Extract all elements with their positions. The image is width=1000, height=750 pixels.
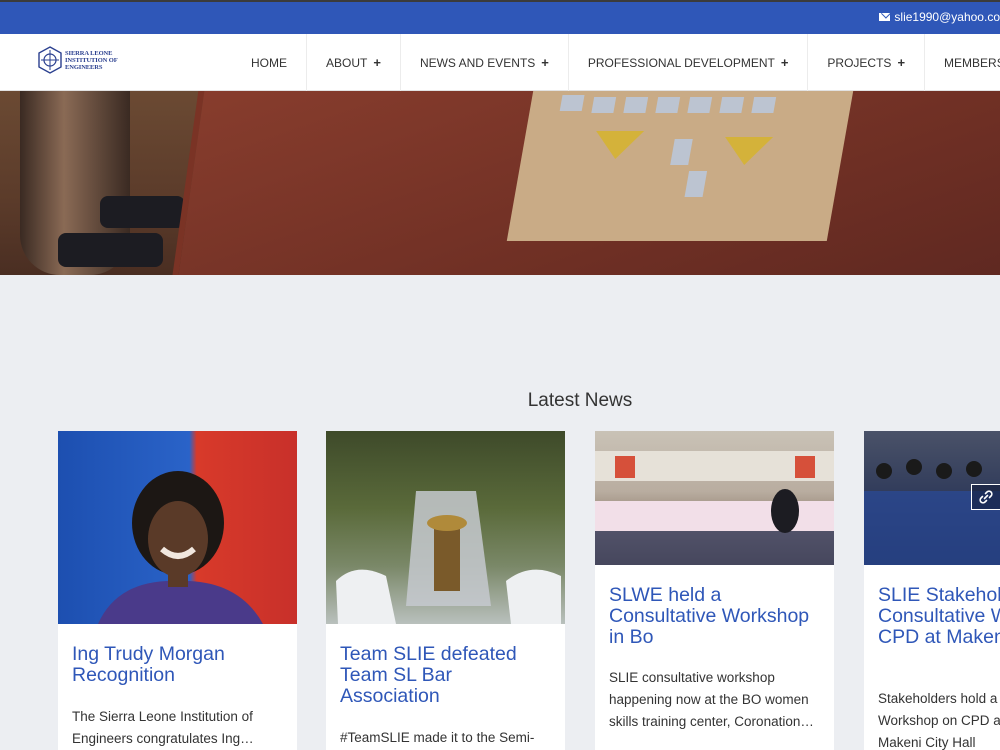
nav-home[interactable]: HOME xyxy=(232,34,307,91)
news-card[interactable]: Team SLIE defeated Team SL Bar Associati… xyxy=(326,431,565,750)
nav-about-label: ABOUT xyxy=(326,55,368,70)
brand-line-3: ENGINEERS xyxy=(65,63,103,71)
news-card-title[interactable]: SLWE held a Consultative Workshop in Bo xyxy=(609,585,820,648)
site-header: SIERRA LEONE INSTITUTION OF ENGINEERS HO… xyxy=(0,34,1000,91)
nav-members-area[interactable]: MEMBERS AREA xyxy=(925,34,1000,91)
news-card-excerpt: #TeamSLIE made it to the Semi- xyxy=(340,730,535,745)
workshop-photo xyxy=(595,451,834,565)
nav-members-label: MEMBERS AREA xyxy=(944,55,1000,70)
email-text: slie1990@yahoo.co xyxy=(894,10,1000,24)
site-logo[interactable]: SIERRA LEONE INSTITUTION OF ENGINEERS xyxy=(38,46,118,74)
nav-projects[interactable]: PROJECTS + xyxy=(808,34,926,91)
news-card-image[interactable] xyxy=(595,431,834,565)
link-icon[interactable] xyxy=(971,484,1000,510)
main-nav: HOME ABOUT + NEWS AND EVENTS + PROFESSIONA… xyxy=(232,34,1000,91)
news-card-image[interactable] xyxy=(326,431,565,624)
trophy-photo xyxy=(336,491,561,624)
hero-shoe xyxy=(100,196,185,228)
plus-icon: + xyxy=(897,55,906,70)
news-card-title[interactable]: Team SLIE defeated Team SL Bar Associati… xyxy=(340,644,551,707)
nav-projects-label: PROJECTS xyxy=(827,55,892,70)
plus-icon: + xyxy=(541,55,549,70)
latest-news-heading: Latest News xyxy=(527,390,633,411)
news-card-title[interactable]: SLIE Stakeholders held a Consultative Wo… xyxy=(878,585,1000,648)
nav-news-and-events[interactable]: NEWS AND EVENTS + xyxy=(401,34,569,91)
hero-image xyxy=(0,91,1000,275)
plus-icon: + xyxy=(780,55,789,70)
portrait-photo xyxy=(98,471,263,624)
brand-line-2: INSTITUTION OF xyxy=(65,56,118,64)
nav-pd-label: PROFESSIONAL DEVELOPMENT xyxy=(587,55,775,70)
institution-emblem-icon xyxy=(38,46,62,74)
news-card-excerpt: The Sierra Leone Institution of Engineer… xyxy=(72,709,254,746)
news-card-image[interactable] xyxy=(864,431,1000,565)
chain-link-icon xyxy=(979,490,993,504)
news-card[interactable]: SLIE Stakeholders held a Consultative Wo… xyxy=(864,431,1000,750)
news-card-excerpt: Stakeholders hold a Workshop on CPD at M… xyxy=(878,691,1000,750)
nav-news-label: NEWS AND EVENTS xyxy=(419,55,536,70)
envelope-icon xyxy=(879,13,891,21)
news-card-title[interactable]: Ing Trudy Morgan Recognition xyxy=(72,644,283,686)
news-card-image[interactable] xyxy=(58,431,297,624)
brand-line-1: SIERRA LEONE xyxy=(65,49,113,57)
nav-about[interactable]: ABOUT + xyxy=(307,34,401,91)
news-card[interactable]: SLWE held a Consultative Workshop in Bo … xyxy=(595,431,834,750)
news-card[interactable]: Ing Trudy Morgan Recognition The Sierra … xyxy=(58,431,297,750)
news-card-excerpt: SLIE consultative workshop happening now… xyxy=(609,670,814,729)
top-bar: slie1990@yahoo.co xyxy=(0,0,1000,34)
email-link[interactable]: slie1990@yahoo.co xyxy=(879,10,1000,24)
hero-shoe xyxy=(58,233,163,267)
brand-name: SIERRA LEONE INSTITUTION OF ENGINEERS xyxy=(65,50,118,71)
nav-professional-development[interactable]: PROFESSIONAL DEVELOPMENT + xyxy=(569,34,809,91)
hero-building-model xyxy=(506,91,854,241)
plus-icon: + xyxy=(373,55,381,70)
nav-home-label: HOME xyxy=(251,55,287,70)
